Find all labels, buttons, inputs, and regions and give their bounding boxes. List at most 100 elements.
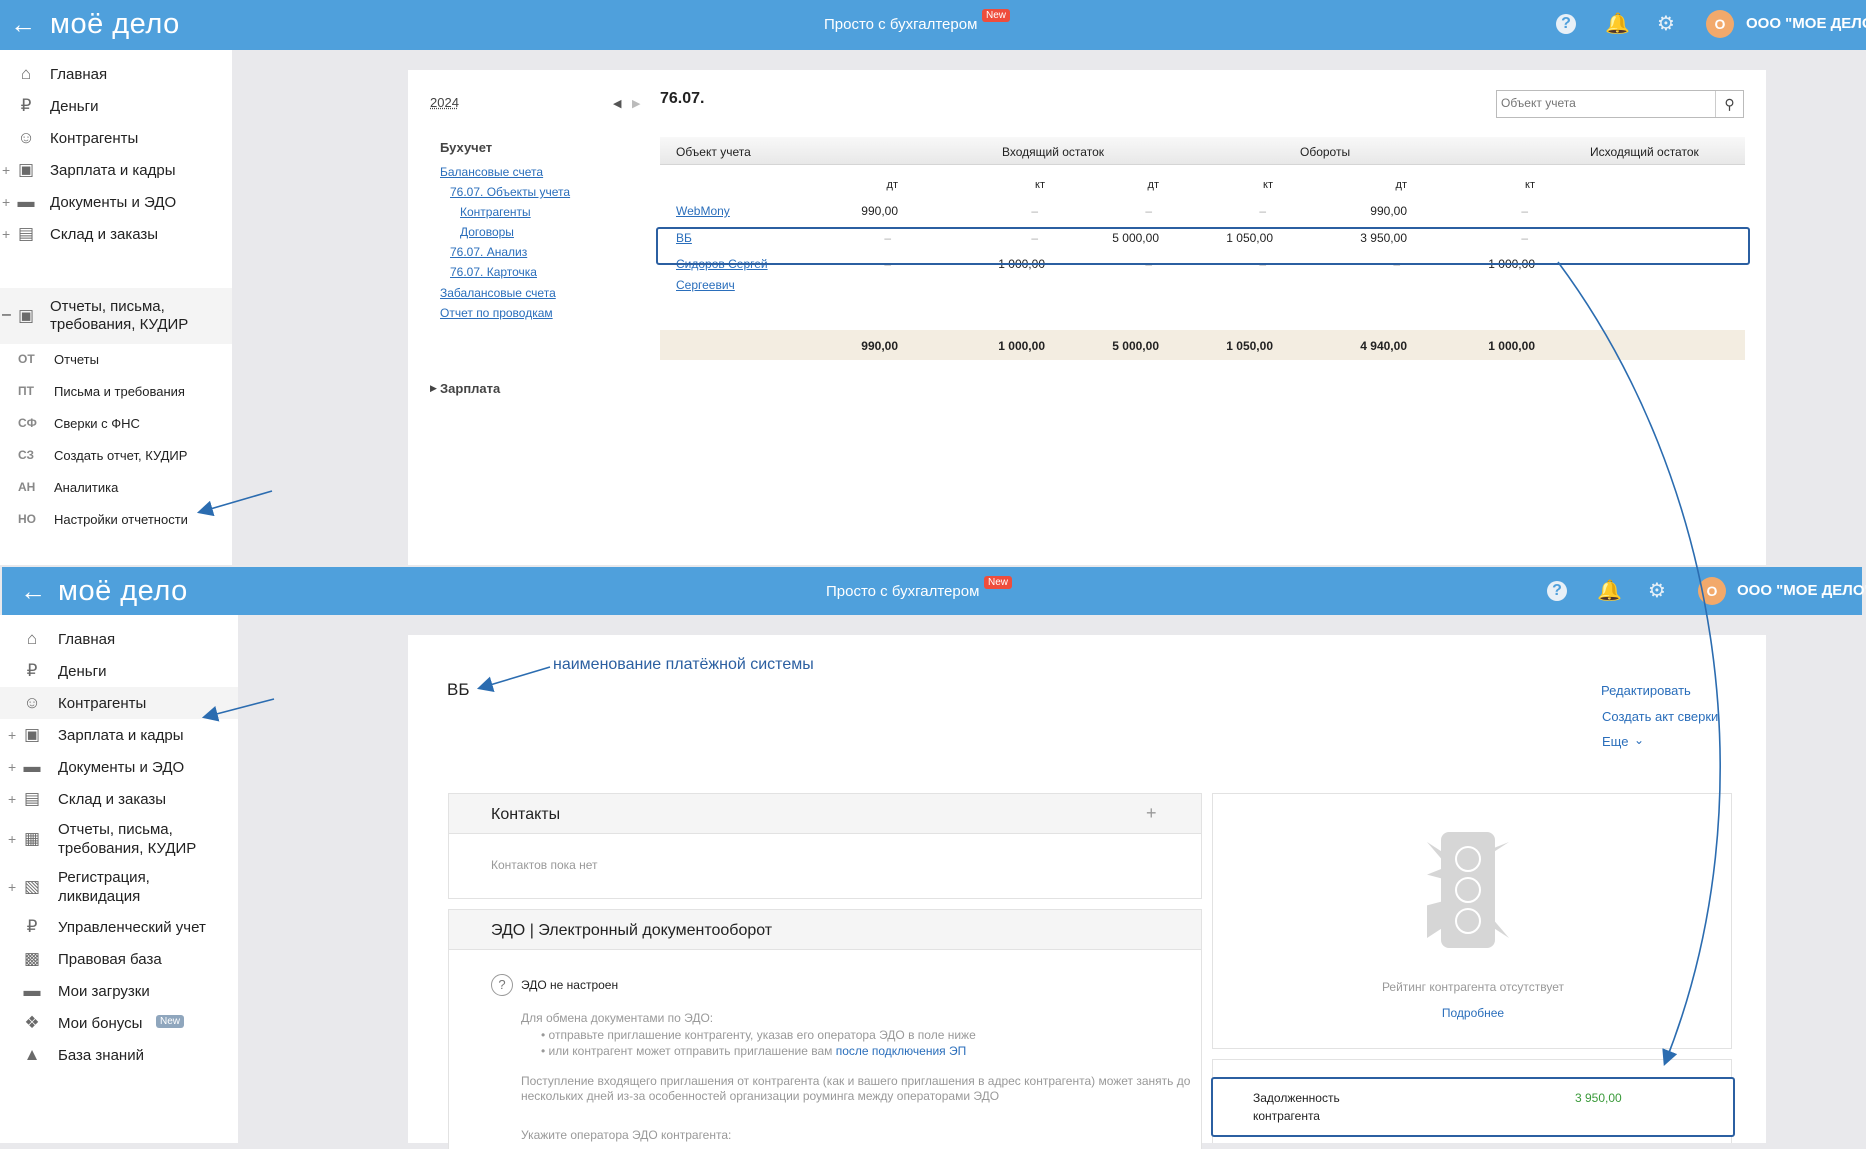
- table-cell: –: [1259, 204, 1266, 218]
- money-icon: ₽: [26, 661, 38, 680]
- col-opening: Входящий остаток: [1002, 145, 1104, 159]
- promo-link[interactable]: Просто с бухгалтером: [824, 16, 977, 33]
- year-selector[interactable]: 2024: [430, 95, 459, 110]
- sidebar-item-1[interactable]: ₽ Деньги: [0, 655, 238, 687]
- sidebar-item-11[interactable]: ❖ Мои бонусы New: [0, 1007, 238, 1039]
- col-turnover: Обороты: [1300, 145, 1351, 159]
- search-input[interactable]: [1497, 91, 1707, 115]
- sidebar-item-0[interactable]: ⌂ Главная: [0, 58, 232, 90]
- cart-icon: ▤: [17, 224, 35, 243]
- nav-link-4[interactable]: 76.07. Анализ: [450, 245, 527, 259]
- sidebar-item-12[interactable]: ▲ База знаний: [0, 1039, 238, 1071]
- table-cell: –: [1145, 204, 1152, 218]
- sidebar-item-3[interactable]: + ▣ Зарплата и кадры: [0, 719, 238, 751]
- sidebar-item-2[interactable]: ☺ Контрагенты: [0, 687, 238, 719]
- help-icon[interactable]: ?: [1556, 14, 1576, 34]
- sidebar-item-3[interactable]: + ▣ Зарплата и кадры: [0, 154, 232, 186]
- report-icon: ▣: [17, 306, 35, 325]
- person-icon: ☺: [23, 693, 41, 712]
- prev-arrow-icon[interactable]: ◀: [613, 97, 621, 110]
- sidebar-item-6[interactable]: + ▦ Отчеты, письма, требования, КУДИР: [0, 815, 238, 863]
- rating-text: Рейтинг контрагента отсутствует: [1381, 980, 1565, 994]
- nav-link-2[interactable]: Контрагенты: [460, 205, 531, 219]
- gift-icon: ❖: [24, 1013, 40, 1032]
- question-icon[interactable]: ?: [491, 974, 513, 996]
- new-badge: New: [984, 576, 1013, 589]
- edit-link[interactable]: Редактировать: [1601, 683, 1691, 698]
- subcol-3: кт: [1263, 179, 1273, 191]
- sidebar-subitem-4[interactable]: АН Аналитика: [0, 480, 232, 512]
- back-arrow-icon[interactable]: ←: [20, 577, 46, 605]
- edo-status: ЭДО не настроен: [521, 978, 619, 992]
- sidebar-item-7[interactable]: + ▧ Регистрация, ликвидация: [0, 863, 238, 911]
- bell-icon[interactable]: 🔔: [1605, 13, 1630, 35]
- sidebar-item-10[interactable]: ▬ Мои загрузки: [0, 975, 238, 1007]
- nav-link-6[interactable]: Забалансовые счета: [440, 286, 556, 300]
- edo-note: Поступление входящего приглашения от кон…: [521, 1074, 1191, 1103]
- sidebar-item-5[interactable]: + ▤ Склад и заказы: [0, 218, 232, 250]
- avatar[interactable]: О: [1706, 10, 1734, 38]
- nav-link-1[interactable]: 76.07. Объекты учета: [450, 185, 570, 199]
- org-name[interactable]: ООО "МОЕ ДЕЛО": [1737, 582, 1866, 599]
- sidebar-subitem-0[interactable]: ОТ Отчеты: [0, 352, 232, 384]
- nav-link-7[interactable]: Отчет по проводкам: [440, 306, 553, 320]
- sidebar-item-5[interactable]: + ▤ Склад и заказы: [0, 783, 238, 815]
- search-box[interactable]: ⚲: [1496, 90, 1744, 118]
- next-arrow-icon[interactable]: ▶: [632, 97, 640, 110]
- table-row-name-2[interactable]: Сергеевич: [676, 278, 735, 292]
- briefcase-icon: ▩: [23, 949, 41, 968]
- new-badge: New: [156, 1015, 185, 1028]
- nav-link-5[interactable]: 76.07. Карточка: [450, 265, 537, 279]
- sidebar-item-0[interactable]: ⌂ Главная: [0, 623, 238, 655]
- highlight-vb-row: [656, 227, 1750, 265]
- org-name[interactable]: ООО "МОЕ ДЕЛО": [1746, 15, 1866, 32]
- sidebar-subitem-2[interactable]: СФ Сверки с ФНС: [0, 416, 232, 448]
- counterparty-name: ВБ: [447, 680, 470, 699]
- subcol-2: дт: [1147, 179, 1159, 191]
- sidebar-subitem-3[interactable]: СЗ Создать отчет, КУДИР: [0, 448, 232, 480]
- add-contact-button[interactable]: +: [1146, 803, 1157, 824]
- total-cell: 1 000,00: [998, 339, 1045, 353]
- sidebar-item-1[interactable]: ₽ Деньги: [0, 90, 232, 122]
- logo[interactable]: моё дело: [50, 6, 180, 42]
- sidebar-item-2[interactable]: ☺ Контрагенты: [0, 122, 232, 154]
- home-icon: ⌂: [26, 629, 38, 648]
- gear-icon[interactable]: ⚙: [1646, 580, 1668, 602]
- connect-ep-link[interactable]: после подключения ЭП: [836, 1044, 967, 1058]
- rating-more-link[interactable]: Подробнее: [1213, 1006, 1733, 1020]
- sidebar-item-8[interactable]: ₽ Управленческий учет: [0, 911, 238, 943]
- sidebar-item-9[interactable]: ▩ Правовая база: [0, 943, 238, 975]
- create-reconciliation-link[interactable]: Создать акт сверки: [1602, 709, 1718, 724]
- report-icon: ▦: [23, 829, 41, 848]
- help-icon[interactable]: ?: [1547, 581, 1567, 601]
- more-link[interactable]: Еще: [1602, 734, 1628, 749]
- gear-icon[interactable]: ⚙: [1655, 13, 1677, 35]
- folder-icon: ▬: [23, 757, 41, 776]
- nav-link-3[interactable]: Договоры: [460, 225, 514, 239]
- promo-link[interactable]: Просто с бухгалтером: [826, 583, 979, 600]
- table-row-name[interactable]: WebMony: [676, 204, 730, 218]
- sidebar-item-reports[interactable]: – ▣ Отчеты, письма, требования, КУДИР: [0, 288, 232, 344]
- graduation-icon: ▲: [23, 1045, 41, 1064]
- sidebar-top: ⌂ Главная ₽ Деньги ☺ Контрагенты + ▣ Зарплата и …: [0, 50, 232, 565]
- col-closing: Исходящий остаток: [1590, 145, 1699, 159]
- sidebar-item-4[interactable]: + ▬ Документы и ЭДО: [0, 186, 232, 218]
- sidebar-subitem-1[interactable]: ПТ Письма и требования: [0, 384, 232, 416]
- nav-salary[interactable]: Зарплата: [440, 381, 500, 396]
- search-icon[interactable]: ⚲: [1715, 91, 1743, 117]
- nav-link-0[interactable]: Балансовые счета: [440, 165, 543, 179]
- subcol-5: кт: [1525, 179, 1535, 191]
- registration-icon: ▧: [23, 877, 41, 896]
- bell-icon[interactable]: 🔔: [1597, 580, 1622, 602]
- chevron-down-icon[interactable]: ⌄: [1634, 733, 1644, 747]
- logo[interactable]: моё дело: [58, 573, 188, 609]
- nav-expand-icon[interactable]: ▶: [430, 383, 437, 394]
- sidebar-bottom: ⌂ Главная ₽ Деньги ☺ Контрагенты + ▣ Зарплата и …: [0, 615, 238, 1143]
- debt-label-1: Задолженность: [1253, 1091, 1340, 1105]
- avatar[interactable]: О: [1698, 577, 1726, 605]
- total-cell: 4 940,00: [1360, 339, 1407, 353]
- sidebar-subitem-5[interactable]: НО Настройки отчетности: [0, 512, 232, 544]
- sidebar-item-4[interactable]: + ▬ Документы и ЭДО: [0, 751, 238, 783]
- edo-title: ЭДО | Электронный документооборот: [491, 922, 773, 939]
- back-arrow-icon[interactable]: ←: [10, 10, 36, 38]
